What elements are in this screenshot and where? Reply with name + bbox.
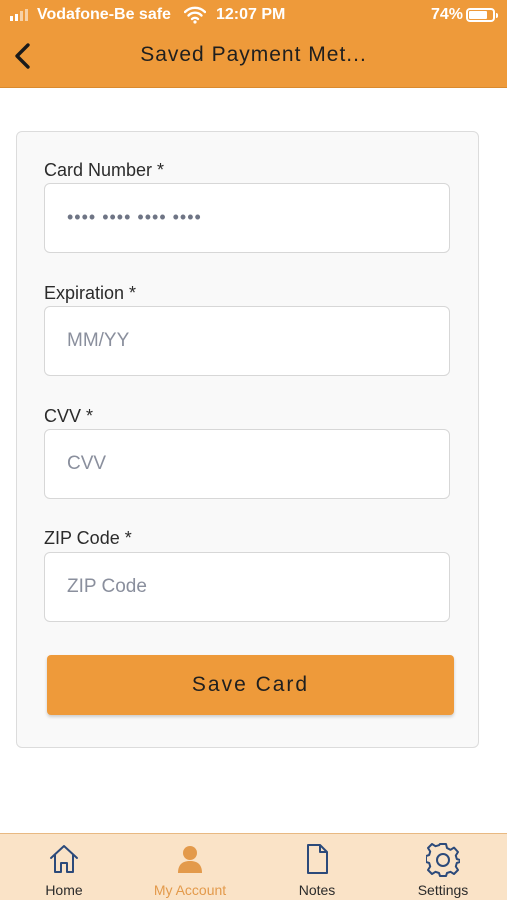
tab-my-account[interactable]: My Account [127,834,253,900]
tab-notes[interactable]: Notes [254,834,380,900]
battery-percentage: 74% [431,6,464,23]
card-number-input[interactable] [44,183,450,253]
header-bar: Vodafone-Be safe 12:07 PM 74% Saved Paym… [0,0,507,88]
tab-home-label: Home [45,882,83,898]
battery-icon [466,8,498,22]
zip-code-input[interactable] [44,552,450,622]
zip-code-label: ZIP Code * [44,528,132,548]
clock-time: 12:07 PM [216,6,286,23]
tab-my-account-label: My Account [153,882,227,898]
cvv-input[interactable] [44,429,450,499]
tab-notes-label: Notes [298,882,336,898]
wifi-icon [183,6,207,29]
page-title: Saved Payment Met... [140,43,367,66]
bottom-tab-bar: Home My Account Notes Settings [0,833,507,900]
gear-icon [426,843,460,877]
card-number-label: Card Number * [44,160,165,180]
signal-strength-icon [10,9,28,21]
expiration-input[interactable] [44,306,450,376]
expiration-label: Expiration * [44,283,137,303]
chevron-left-icon [15,43,30,69]
home-icon [50,845,78,873]
status-bar: Vodafone-Be safe 12:07 PM 74% [0,0,507,30]
tab-home[interactable]: Home [1,834,127,900]
tab-settings-label: Settings [417,882,469,898]
carrier-name: Vodafone-Be safe [37,6,171,23]
cvv-label: CVV * [44,406,94,426]
tab-settings[interactable]: Settings [380,834,506,900]
back-button[interactable] [6,38,42,74]
person-icon [178,846,202,873]
document-icon [307,844,328,874]
save-card-button[interactable]: Save Card [47,655,454,715]
